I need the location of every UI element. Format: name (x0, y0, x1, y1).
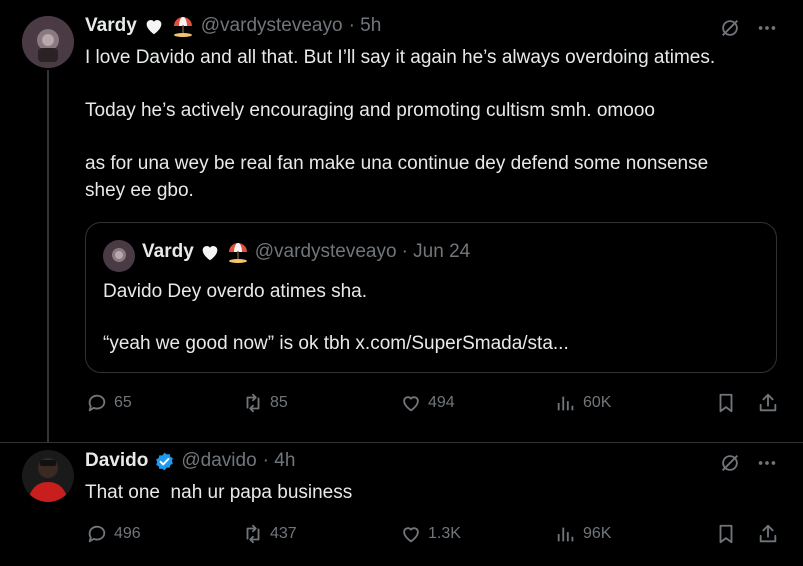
repost-count: 437 (270, 525, 297, 542)
views-count: 96K (583, 525, 612, 542)
like-icon (403, 527, 419, 543)
reply-icon (88, 525, 106, 543)
avatar-davido[interactable] (22, 450, 74, 502)
like-button[interactable]: 1.3K (400, 523, 461, 545)
quoted-tweet-header: Vardy @vardysteveayo · Jun 24 (142, 241, 470, 263)
tweet-divider (0, 442, 803, 443)
views-button[interactable]: 96K (555, 523, 611, 545)
more-icon (758, 26, 776, 30)
reply-button[interactable]: 65 (86, 392, 132, 414)
quoted-avatar-vardy[interactable] (103, 240, 135, 272)
tweet2-header: Davido @davido · 4h (85, 450, 295, 472)
tweet-text-line: as for una wey be real fan make una cont… (85, 153, 709, 174)
views-icon (557, 396, 574, 411)
like-button[interactable]: 494 (400, 392, 455, 414)
tweet2-text: That one nah ur papa business (85, 482, 353, 503)
quoted-author-name[interactable]: Vardy (142, 241, 194, 263)
tweet1-text: I love Davido and all that. But I’ll say… (85, 44, 785, 204)
white-heart-icon (146, 20, 162, 35)
more-options-button[interactable] (756, 452, 778, 479)
verified-badge-icon (156, 452, 174, 470)
author-name[interactable]: Davido (85, 450, 148, 472)
like-count: 494 (428, 394, 455, 411)
reply-button[interactable]: 496 (86, 523, 141, 545)
quoted-tweet-card[interactable]: Vardy @vardysteveayo · Jun 24 Davido Dey… (85, 222, 777, 373)
like-icon (403, 396, 419, 412)
reply-count: 496 (114, 525, 141, 542)
views-count: 60K (583, 394, 612, 411)
tweet-text-line: Today he’s actively encouraging and prom… (85, 100, 655, 121)
share-icon (759, 393, 777, 412)
share-button[interactable] (757, 392, 779, 419)
share-icon (759, 524, 777, 543)
tweet-timestamp[interactable]: · 5h (349, 15, 382, 37)
reply-count: 65 (114, 394, 132, 411)
grok-button[interactable] (719, 452, 741, 479)
tweet1-header: Vardy @vardysteveayo · 5h (85, 15, 381, 37)
tweet-text-line: I love Davido and all that. But I’ll say… (85, 47, 716, 68)
beach-umbrella-icon (228, 243, 247, 263)
quoted-timestamp[interactable]: · Jun 24 (402, 241, 471, 263)
share-button[interactable] (757, 523, 779, 550)
bookmark-icon (719, 393, 733, 413)
views-icon (557, 527, 574, 542)
quoted-text-line: “yeah we good now” is ok tbh x.com/Super… (103, 333, 569, 354)
repost-button[interactable]: 85 (242, 392, 288, 414)
quoted-tweet-text: Davido Dey overdo atimes sha. “yeah we g… (103, 278, 763, 357)
views-button[interactable]: 60K (555, 392, 611, 414)
like-count: 1.3K (428, 525, 461, 542)
tweet-timestamp[interactable]: · 4h (263, 450, 296, 472)
bookmark-button[interactable] (715, 523, 737, 550)
tweet-text-line: shey ee gbo. (85, 180, 194, 201)
repost-icon (246, 393, 260, 413)
repost-icon (246, 524, 260, 544)
more-options-button[interactable] (756, 17, 778, 44)
more-icon (758, 461, 776, 465)
beach-umbrella-icon (173, 17, 192, 37)
avatar-vardy[interactable] (22, 16, 74, 68)
quoted-author-handle[interactable]: @vardysteveayo (255, 241, 397, 263)
author-handle[interactable]: @vardysteveayo (201, 15, 343, 37)
grok-icon (722, 455, 738, 471)
thread-connector-line (47, 70, 49, 442)
quoted-text-line: Davido Dey overdo atimes sha. (103, 281, 368, 302)
reply-icon (88, 394, 106, 412)
bookmark-button[interactable] (715, 392, 737, 419)
author-name[interactable]: Vardy (85, 15, 137, 37)
repost-count: 85 (270, 394, 288, 411)
grok-button[interactable] (719, 17, 741, 44)
repost-button[interactable]: 437 (242, 523, 297, 545)
author-handle[interactable]: @davido (181, 450, 256, 472)
white-heart-icon (202, 246, 218, 261)
bookmark-icon (719, 524, 733, 544)
grok-icon (722, 20, 738, 36)
